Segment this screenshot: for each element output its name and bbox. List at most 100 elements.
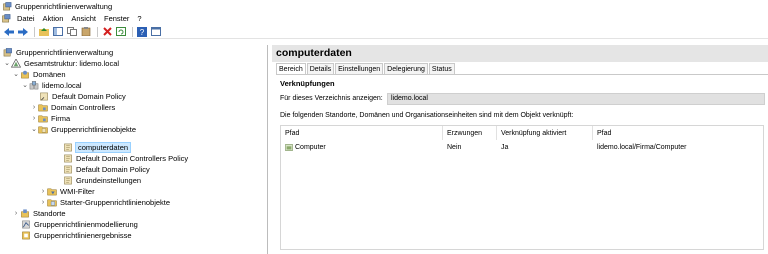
- column-header-pfad[interactable]: Pfad: [281, 126, 443, 140]
- tab-delegierung[interactable]: Delegierung: [384, 63, 428, 74]
- gpo-icon: [64, 176, 72, 184]
- gpo-link-icon: [40, 92, 48, 100]
- collapse-chevron-icon[interactable]: ⌄: [3, 59, 11, 67]
- cell-enforced: Nein: [447, 144, 462, 151]
- expand-chevron-icon[interactable]: ›: [30, 104, 38, 111]
- tree-item-starter-gpos[interactable]: › Starter-Gruppenrichtlinienobjekte: [39, 197, 170, 207]
- gpo-icon: [64, 154, 72, 162]
- menu-fenster[interactable]: Fenster: [100, 14, 133, 23]
- expand-chevron-icon[interactable]: ›: [30, 115, 38, 122]
- domain-icon: [29, 80, 39, 89]
- table-row-name[interactable]: Computer: [281, 142, 443, 153]
- tree-label: Gesamtstruktur: lidemo.local: [24, 58, 120, 68]
- expand-chevron-icon[interactable]: ›: [39, 188, 47, 195]
- tree-label: Gruppenrichtlinienobjekte: [51, 124, 137, 134]
- domains-icon: [21, 70, 29, 78]
- tab-details[interactable]: Details: [306, 63, 335, 74]
- tree-label: Gruppenrichtlinienergebnisse: [34, 230, 132, 240]
- toolbar-separator: [132, 26, 133, 37]
- tree-item-firma[interactable]: › Firma: [30, 113, 70, 123]
- delete-icon[interactable]: [101, 26, 113, 37]
- properties-icon[interactable]: [150, 26, 162, 37]
- collapse-chevron-icon[interactable]: ⌄: [21, 81, 29, 89]
- toolbar: ?: [0, 25, 768, 39]
- gpmc-icon: [3, 47, 12, 56]
- tab-einstellungen[interactable]: Einstellungen: [335, 63, 384, 74]
- results-icon: [22, 231, 30, 239]
- title-bar: Gruppenrichtlinienverwaltung: [0, 0, 768, 12]
- tree-label: Gruppenrichtlinienmodellierung: [34, 219, 138, 229]
- tree-item-gpo-computerdaten[interactable]: computerdaten: [63, 141, 132, 153]
- cell-path: lidemo.local/Firma/Computer: [597, 144, 687, 151]
- tree-item-gpo-grundeinstellungen[interactable]: Grundeinstellungen: [63, 175, 141, 185]
- window-title: Gruppenrichtlinienverwaltung: [15, 1, 113, 11]
- tree-label: Grundeinstellungen: [76, 175, 142, 185]
- tree-item-domain[interactable]: ⌄ lidemo.local: [21, 80, 82, 90]
- modeling-icon: [22, 220, 30, 228]
- detail-title: computerdaten: [276, 47, 352, 59]
- tree-item-forest[interactable]: ⌄ Gesamtstruktur: lidemo.local: [3, 58, 119, 68]
- gpmc-app-icon: [3, 1, 12, 10]
- gpo-icon: [64, 143, 72, 151]
- forest-icon: [11, 58, 21, 67]
- tree-item-wmi-filter[interactable]: › WMI-Filter: [39, 186, 95, 196]
- svg-text:?: ?: [140, 28, 145, 37]
- show-hide-tree-icon[interactable]: [52, 26, 64, 37]
- tab-bar: Bereich Details Einstellungen Delegierun…: [276, 63, 456, 74]
- tree-label: Firma: [51, 113, 71, 123]
- tree-item-domain-controllers[interactable]: › Domain Controllers: [30, 102, 115, 112]
- tree-label: Default Domain Controllers Policy: [76, 153, 189, 163]
- cell-name: Computer: [295, 144, 326, 151]
- column-header-pfad-2[interactable]: Pfad: [593, 126, 764, 140]
- forward-icon[interactable]: [17, 26, 29, 37]
- refresh-icon[interactable]: [115, 26, 127, 37]
- tree-item-default-domain-policy-link[interactable]: Default Domain Policy: [39, 91, 126, 101]
- collapse-chevron-icon[interactable]: ⌄: [30, 125, 38, 133]
- gpo-folder-icon: [38, 126, 48, 133]
- menu-bar: Datei Aktion Ansicht Fenster ?: [0, 12, 768, 24]
- tree-item-gpo-folder[interactable]: ⌄ Gruppenrichtlinienobjekte: [30, 124, 136, 134]
- tree-item-root[interactable]: Gruppenrichtlinienverwaltung: [3, 47, 113, 57]
- tree-item-sites[interactable]: › Standorte: [12, 208, 66, 218]
- up-folder-icon[interactable]: [38, 26, 50, 37]
- ou-folder-icon: [38, 104, 48, 111]
- column-header-erzwungen[interactable]: Erzwungen: [443, 126, 497, 140]
- starter-gpo-folder-icon: [47, 199, 57, 206]
- expand-chevron-icon[interactable]: ›: [12, 210, 20, 217]
- tree-label: WMI-Filter: [60, 186, 95, 196]
- copy-icon[interactable]: [66, 26, 78, 37]
- system-menu-icon[interactable]: [2, 13, 11, 23]
- tree-label: Gruppenrichtlinienverwaltung: [16, 47, 114, 57]
- back-icon[interactable]: [3, 26, 15, 37]
- ou-folder-icon: [38, 115, 48, 122]
- tree-item-modeling[interactable]: Gruppenrichtlinienmodellierung: [21, 219, 138, 229]
- toolbar-separator: [34, 26, 35, 37]
- tab-bereich[interactable]: Bereich: [276, 63, 306, 74]
- menu-datei[interactable]: Datei: [13, 14, 39, 23]
- tree-item-gpo-ddp[interactable]: Default Domain Policy: [63, 164, 150, 174]
- column-header-verknuepfung[interactable]: Verknüpfung aktiviert: [497, 126, 593, 140]
- wmi-folder-icon: [47, 188, 57, 195]
- menu-ansicht[interactable]: Ansicht: [67, 14, 100, 23]
- help-icon[interactable]: ?: [136, 26, 148, 37]
- ou-icon: [285, 144, 293, 151]
- sites-icon: [21, 208, 29, 217]
- tree-pane: Gruppenrichtlinienverwaltung ⌄ Gesamtstr…: [0, 45, 268, 254]
- tree-label: Starter-Gruppenrichtlinienobjekte: [60, 197, 171, 207]
- tree-label: Domain Controllers: [51, 102, 116, 112]
- tree-item-domains[interactable]: ⌄ Domänen: [12, 69, 66, 79]
- tree-label: Default Domain Policy: [76, 164, 150, 174]
- menu-help[interactable]: ?: [133, 14, 145, 23]
- directory-dropdown[interactable]: lidemo.local: [387, 93, 765, 105]
- tree-label: Standorte: [33, 208, 66, 218]
- tree-item-gpo-ddcp[interactable]: Default Domain Controllers Policy: [63, 153, 188, 163]
- tab-status[interactable]: Status: [428, 63, 455, 74]
- paste-icon[interactable]: [80, 26, 92, 37]
- collapse-chevron-icon[interactable]: ⌄: [12, 70, 20, 78]
- menu-aktion[interactable]: Aktion: [39, 14, 68, 23]
- expand-chevron-icon[interactable]: ›: [39, 199, 47, 206]
- tree-item-results[interactable]: Gruppenrichtlinienergebnisse: [21, 230, 132, 240]
- tab-divider: [276, 74, 768, 75]
- links-description: Die folgenden Standorte, Domänen und Org…: [280, 112, 574, 119]
- tree-label: Domänen: [33, 69, 66, 79]
